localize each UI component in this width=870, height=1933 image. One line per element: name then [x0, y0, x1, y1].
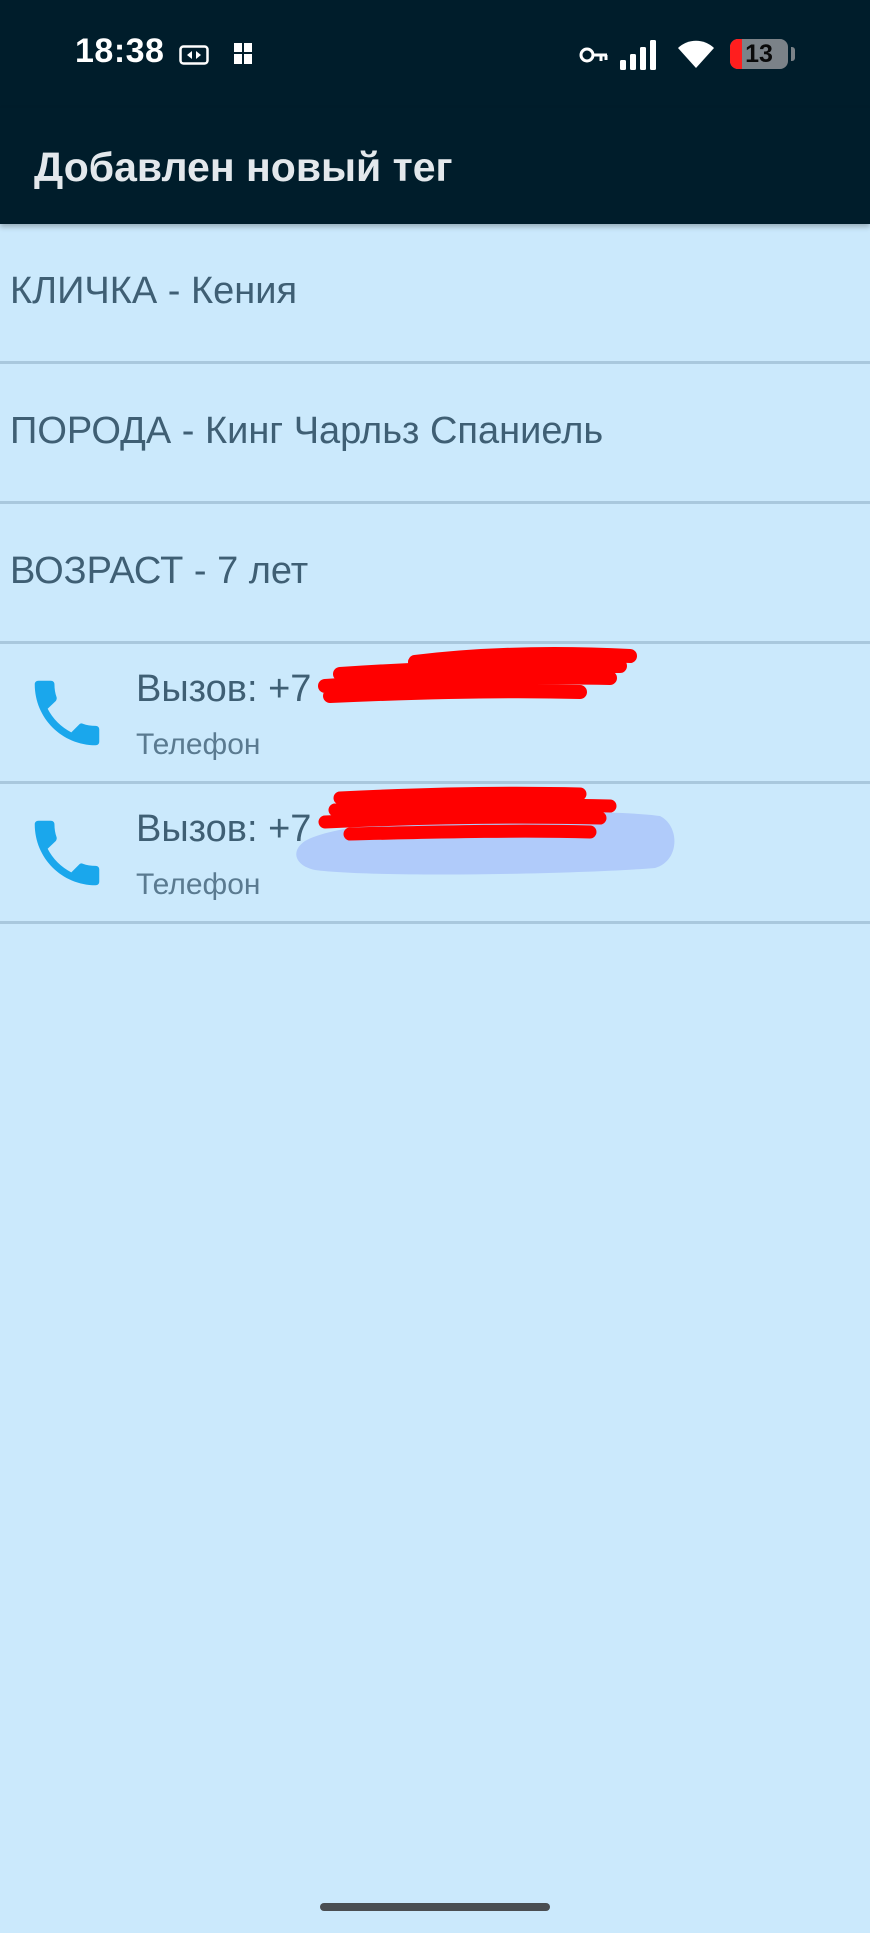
status-bar: 18:38 13 [0, 0, 870, 108]
phone-icon [34, 820, 100, 886]
redaction-mark [318, 647, 637, 703]
call-label: Вызов: +7 [136, 808, 312, 850]
app-bar: Добавлен новый тег [0, 108, 870, 224]
battery-icon: 13 [730, 39, 788, 69]
call-type: Телефон [136, 728, 261, 761]
key-icon [579, 47, 608, 63]
call-label: Вызов: +7 [136, 668, 312, 710]
tag-records-list: КЛИЧКА - Кения ПОРОДА - Кинг Чарльз Спан… [0, 224, 870, 924]
record-text: ВОЗРАСТ - 7 лет [10, 550, 309, 592]
card-icon [179, 45, 209, 65]
redaction-mark [318, 786, 617, 841]
notification-icon [234, 43, 252, 64]
home-indicator[interactable] [320, 1903, 550, 1911]
call-item-2[interactable]: Вызов: +7 Телефон [0, 784, 870, 924]
list-item-name[interactable]: КЛИЧКА - Кения [0, 224, 870, 364]
call-type: Телефон [136, 868, 261, 901]
status-time: 18:38 [75, 32, 165, 70]
call-item-1[interactable]: Вызов: +7 Телефон [0, 644, 870, 784]
battery-level: 13 [745, 40, 773, 68]
list-item-breed[interactable]: ПОРОДА - Кинг Чарльз Спаниель [0, 364, 870, 504]
wifi-icon [678, 40, 714, 68]
record-text: КЛИЧКА - Кения [10, 270, 298, 312]
record-text: ПОРОДА - Кинг Чарльз Спаниель [10, 410, 604, 452]
page-title: Добавлен новый тег [34, 144, 453, 190]
list-item-age[interactable]: ВОЗРАСТ - 7 лет [0, 504, 870, 644]
battery-tip [791, 47, 795, 61]
signal-icon [620, 40, 656, 70]
phone-icon [34, 680, 100, 746]
